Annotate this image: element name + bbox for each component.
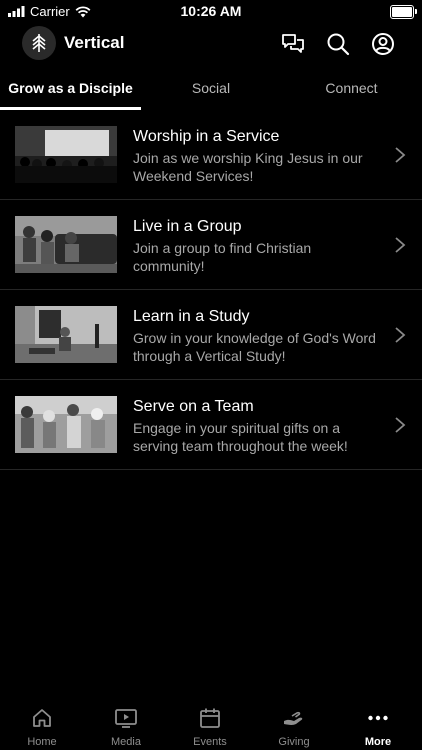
item-description: Engage in your spiritual gifts on a serv… [133, 420, 348, 454]
tab-label: Grow as a Disciple [8, 80, 133, 96]
list-item-group[interactable]: Live in a Group Join a group to find Chr… [0, 200, 422, 290]
chat-button[interactable] [280, 31, 306, 57]
clock: 10:26 AM [180, 3, 242, 19]
more-icon [368, 715, 388, 721]
list-item-serve[interactable]: Serve on a Team Engage in your spiritual… [0, 380, 422, 470]
tab-bar: Grow as a Disciple Social Connect [0, 72, 422, 110]
item-title: Live in a Group [133, 218, 242, 235]
item-title: Worship in a Service [133, 128, 280, 145]
battery-icon [390, 5, 417, 19]
group-thumbnail [15, 216, 117, 273]
worship-thumbnail [15, 126, 117, 183]
vertical-logo-icon[interactable] [22, 26, 56, 60]
nav-home[interactable]: Home [0, 706, 84, 748]
item-description: Grow in your knowledge of God's Word thr… [133, 330, 376, 364]
chevron-right-icon [395, 147, 406, 163]
nav-media[interactable]: Media [84, 706, 168, 748]
app-header: Vertical [0, 24, 422, 64]
tab-grow-as-a-disciple[interactable]: Grow as a Disciple [0, 72, 141, 110]
tab-label: Social [191, 80, 231, 96]
list-item-study[interactable]: Learn in a Study Grow in your knowledge … [0, 290, 422, 380]
nav-events[interactable]: Events [168, 706, 252, 748]
content-list: Worship in a Service Join as we worship … [0, 110, 422, 470]
profile-icon [372, 33, 394, 55]
app-title: Vertical [64, 33, 125, 52]
app-screen: Carrier 10:26 AM Vertical Grow as a Disc… [0, 0, 422, 750]
nav-label: Events [193, 736, 227, 748]
chat-icon [282, 34, 304, 53]
item-title: Learn in a Study [133, 308, 250, 325]
nav-giving[interactable]: Giving [252, 706, 336, 748]
home-icon [33, 709, 51, 727]
search-icon [327, 33, 350, 56]
serve-thumbnail [15, 396, 117, 453]
giving-icon [284, 711, 303, 725]
chevron-right-icon [395, 237, 406, 253]
tab-social[interactable]: Social [141, 72, 281, 110]
nav-label: Home [27, 736, 57, 748]
item-description: Join as we worship King Jesus in our Wee… [133, 150, 363, 184]
nav-label: Giving [278, 736, 310, 748]
chevron-right-icon [395, 417, 406, 433]
nav-label: Media [111, 736, 141, 748]
chevron-right-icon [395, 327, 406, 343]
profile-button[interactable] [370, 31, 396, 57]
calendar-icon [200, 708, 220, 728]
nav-more[interactable]: More [336, 706, 420, 748]
nav-label: More [364, 736, 392, 748]
media-icon [115, 709, 137, 728]
status-bar: Carrier 10:26 AM [0, 0, 422, 24]
tab-connect[interactable]: Connect [281, 72, 422, 110]
tab-label: Connect [325, 80, 378, 96]
bottom-nav: Home Media Events Giving More [0, 700, 422, 750]
list-item-worship[interactable]: Worship in a Service Join as we worship … [0, 110, 422, 200]
item-description: Join a group to find Christian community… [133, 240, 312, 274]
study-thumbnail [15, 306, 117, 363]
item-title: Serve on a Team [133, 398, 254, 415]
search-button[interactable] [325, 31, 351, 57]
